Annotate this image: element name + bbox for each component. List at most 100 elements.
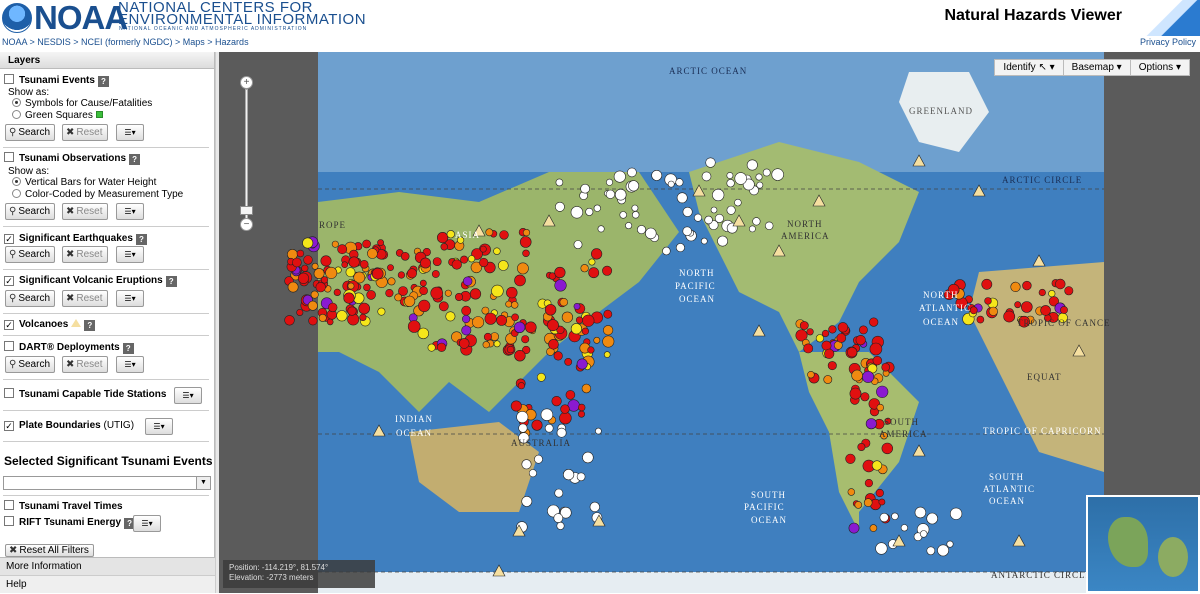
earthquake-marker[interactable] [628,180,640,192]
earthquake-marker[interactable] [981,278,993,290]
earthquake-marker[interactable] [559,411,572,425]
earthquake-marker[interactable] [481,306,490,315]
earthquake-marker[interactable] [881,442,893,455]
earthquake-marker[interactable] [845,453,856,464]
earthquake-marker[interactable] [704,215,713,225]
earthquake-marker[interactable] [437,232,449,244]
earthquake-marker[interactable] [589,501,600,513]
zoom-thumb[interactable] [240,206,253,215]
earthquake-marker[interactable] [602,265,613,276]
earthquake-marker[interactable] [302,237,314,249]
earthquake-marker[interactable] [581,383,592,394]
earthquake-marker[interactable] [869,524,878,532]
earthquake-marker[interactable] [581,327,590,335]
earthquake-marker[interactable] [506,345,515,354]
noaa-logo[interactable] [2,3,32,33]
earthquake-marker[interactable] [514,274,526,287]
earthquake-marker[interactable] [876,403,884,412]
layer-volcanoes[interactable]: ✓ Volcanoes? [4,318,96,332]
selected-tsunami-events-dropdown[interactable]: ▼ [3,476,211,490]
earthquake-marker[interactable] [560,404,570,414]
earthquake-marker[interactable] [846,347,858,358]
earthquake-marker[interactable] [949,507,963,520]
layer-tsunami-observations[interactable]: Tsunami Observations? [4,152,141,166]
earthquake-marker[interactable] [559,298,568,307]
eruptions-reset-button[interactable]: ✖ Reset [62,290,108,307]
earthquake-marker[interactable] [347,306,357,316]
earthquake-marker[interactable] [427,343,436,352]
earthquake-marker[interactable] [593,204,601,212]
earthquake-marker[interactable] [485,228,494,237]
earthquake-marker[interactable] [821,329,830,338]
tsunami-obs-search-button[interactable]: ⚲ Search [5,203,56,220]
earthquake-marker[interactable] [587,346,595,354]
earthquake-marker[interactable] [693,213,702,222]
help-link[interactable]: Help [0,575,215,593]
earthquake-marker[interactable] [734,198,742,207]
earthquake-marker[interactable] [875,542,888,555]
privacy-policy-link[interactable]: Privacy Policy [1140,37,1196,47]
earthquake-marker[interactable] [469,288,482,300]
breadcrumb[interactable]: NOAA > NESDIS > NCEI (formerly NGDC) > M… [2,37,249,47]
earthquake-marker[interactable] [446,230,455,239]
zoom-in-icon[interactable]: + [240,76,253,89]
earthquake-marker[interactable] [418,299,431,312]
earthquake-marker[interactable] [556,521,565,530]
zoom-track[interactable] [245,89,248,219]
earthquake-marker[interactable] [613,170,626,183]
earthquake-marker[interactable] [387,264,394,271]
earthquake-marker[interactable] [582,314,595,327]
earthquake-marker[interactable] [1040,305,1051,316]
earthquake-marker[interactable] [554,266,566,279]
earthquake-marker[interactable] [337,244,348,255]
earthquake-marker[interactable] [605,178,613,186]
dart-reset-button[interactable]: ✖ Reset [62,356,108,373]
earthquake-marker[interactable] [311,262,319,270]
earthquake-marker[interactable] [516,410,529,423]
layer-plate-boundaries[interactable]: ✓ Plate Boundaries (UTIG) [4,419,134,433]
earthquake-marker[interactable] [292,257,302,268]
basemap-button[interactable]: Basemap ▾ [1064,60,1131,75]
earthquake-marker[interactable] [358,302,370,315]
earthquake-marker[interactable] [914,506,927,519]
earthquake-marker[interactable] [823,375,833,384]
earthquake-marker[interactable] [603,351,611,358]
earthquake-marker[interactable] [482,341,490,349]
earthquake-marker[interactable] [385,289,394,298]
earthquake-marker[interactable] [534,454,543,464]
layer-significant-volcanic-eruptions[interactable]: ✓ Significant Volcanic Eruptions? [4,274,177,288]
earthquake-marker[interactable] [976,315,985,324]
earthquake-marker[interactable] [857,442,866,451]
zoom-slider[interactable]: + − [240,76,254,231]
options-button[interactable]: Options ▾ [1131,60,1189,75]
earthquake-marker[interactable] [517,382,526,390]
earthquake-marker[interactable] [848,522,860,534]
earthquake-marker[interactable] [937,544,949,557]
earthquake-marker[interactable] [712,188,725,202]
earthquake-marker[interactable] [869,317,879,327]
plate-boundaries-checkbox[interactable]: ✓ [4,421,14,431]
earthquake-marker[interactable] [513,321,526,333]
earthquake-marker[interactable] [347,282,355,290]
earthquake-marker[interactable] [595,427,602,435]
earthquake-marker[interactable] [926,546,936,556]
earthquake-marker[interactable] [544,423,554,433]
earthquake-marker[interactable] [297,272,310,284]
earthquake-marker[interactable] [359,260,369,269]
earthquake-marker[interactable] [417,327,430,340]
earthquake-marker[interactable] [859,325,868,335]
earthquake-marker[interactable] [746,159,758,171]
earthquake-marker[interactable] [576,472,586,482]
earthquake-marker[interactable] [419,279,427,287]
earthquake-marker[interactable] [667,180,675,188]
earthquake-marker[interactable] [875,488,884,498]
earthquake-marker[interactable] [341,261,348,268]
layer-significant-earthquakes[interactable]: ✓ Significant Earthquakes? [4,232,147,246]
earthquake-marker[interactable] [651,170,663,181]
earthquake-marker[interactable] [752,217,761,226]
earthquake-marker[interactable] [377,307,386,316]
earthquake-marker[interactable] [483,332,492,341]
more-information-link[interactable]: More Information [0,557,215,575]
earthquake-marker[interactable] [573,302,581,310]
earthquake-marker[interactable] [548,338,559,350]
